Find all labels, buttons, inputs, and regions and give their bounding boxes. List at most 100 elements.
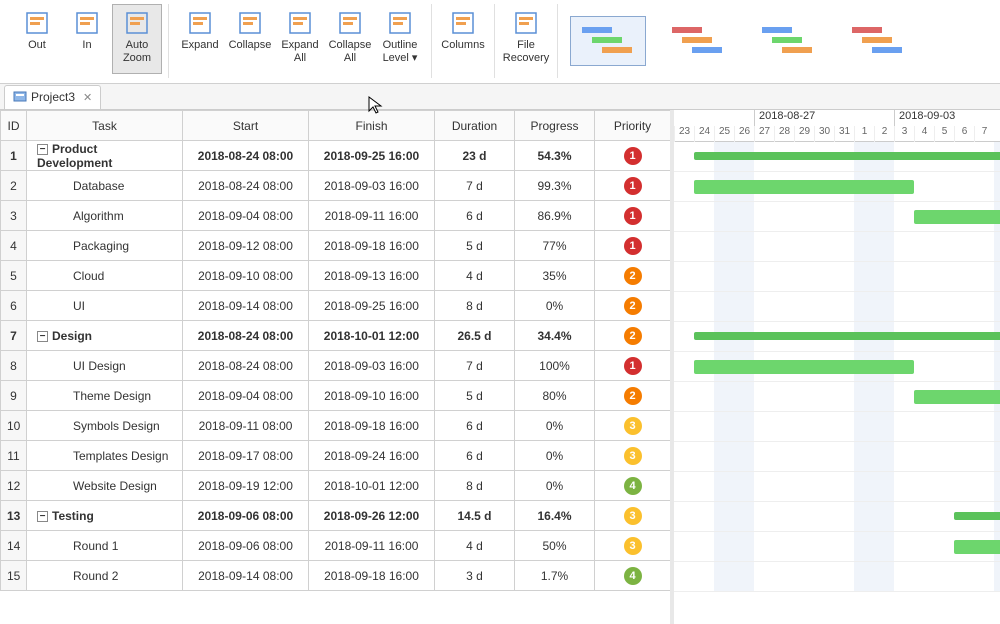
gantt-row[interactable]: [674, 292, 1000, 322]
gantt-bar[interactable]: [954, 540, 1000, 554]
cell-duration[interactable]: 8 d: [435, 291, 515, 321]
cell-duration[interactable]: 14.5 d: [435, 501, 515, 531]
cell-duration[interactable]: 6 d: [435, 201, 515, 231]
collapse-icon[interactable]: −: [37, 511, 48, 522]
cell-finish[interactable]: 2018-10-01 12:00: [309, 321, 435, 351]
outline-level-button[interactable]: OutlineLevel ▾: [375, 4, 425, 74]
cell-id[interactable]: 3: [1, 201, 27, 231]
cell-task[interactable]: Round 1: [27, 531, 183, 561]
cell-id[interactable]: 6: [1, 291, 27, 321]
cell-id[interactable]: 8: [1, 351, 27, 381]
cell-start[interactable]: 2018-09-06 08:00: [183, 531, 309, 561]
table-row[interactable]: 12Website Design2018-09-19 12:002018-10-…: [1, 471, 671, 501]
gantt-style-4[interactable]: [840, 16, 916, 66]
cell-progress[interactable]: 80%: [515, 381, 595, 411]
cell-task[interactable]: Round 2: [27, 561, 183, 591]
cell-start[interactable]: 2018-09-12 08:00: [183, 231, 309, 261]
cell-task[interactable]: Templates Design: [27, 441, 183, 471]
cell-start[interactable]: 2018-09-19 12:00: [183, 471, 309, 501]
cell-finish[interactable]: 2018-09-24 16:00: [309, 441, 435, 471]
gantt-style-2[interactable]: [660, 16, 736, 66]
gantt-row[interactable]: [674, 502, 1000, 532]
cell-duration[interactable]: 7 d: [435, 351, 515, 381]
cell-finish[interactable]: 2018-09-03 16:00: [309, 171, 435, 201]
cell-task[interactable]: UI: [27, 291, 183, 321]
cell-task[interactable]: Website Design: [27, 471, 183, 501]
cell-duration[interactable]: 23 d: [435, 141, 515, 171]
cell-task[interactable]: Cloud: [27, 261, 183, 291]
cell-progress[interactable]: 100%: [515, 351, 595, 381]
col-priority[interactable]: Priority: [595, 111, 671, 141]
cell-finish[interactable]: 2018-10-01 12:00: [309, 471, 435, 501]
table-row[interactable]: 4Packaging2018-09-12 08:002018-09-18 16:…: [1, 231, 671, 261]
collapse-icon[interactable]: −: [37, 144, 48, 155]
gantt-row[interactable]: [674, 352, 1000, 382]
cell-finish[interactable]: 2018-09-18 16:00: [309, 231, 435, 261]
cell-id[interactable]: 2: [1, 171, 27, 201]
cell-id[interactable]: 1: [1, 141, 27, 171]
table-row[interactable]: 7−Design2018-08-24 08:002018-10-01 12:00…: [1, 321, 671, 351]
gantt-row[interactable]: [674, 412, 1000, 442]
cell-progress[interactable]: 77%: [515, 231, 595, 261]
cell-start[interactable]: 2018-08-24 08:00: [183, 351, 309, 381]
gantt-style-3[interactable]: [750, 16, 826, 66]
task-grid[interactable]: ID Task Start Finish Duration Progress P…: [0, 110, 674, 624]
cell-finish[interactable]: 2018-09-26 12:00: [309, 501, 435, 531]
cell-priority[interactable]: 4: [595, 471, 671, 501]
cell-priority[interactable]: 4: [595, 561, 671, 591]
cell-priority[interactable]: 3: [595, 531, 671, 561]
expand-all-button[interactable]: ExpandAll: [275, 4, 325, 74]
cell-finish[interactable]: 2018-09-25 16:00: [309, 291, 435, 321]
cell-id[interactable]: 9: [1, 381, 27, 411]
gantt-row[interactable]: [674, 322, 1000, 352]
cell-priority[interactable]: 2: [595, 291, 671, 321]
cell-id[interactable]: 13: [1, 501, 27, 531]
zoom-out-button[interactable]: Out: [12, 4, 62, 74]
col-task[interactable]: Task: [27, 111, 183, 141]
cell-priority[interactable]: 1: [595, 231, 671, 261]
cell-priority[interactable]: 1: [595, 351, 671, 381]
cell-duration[interactable]: 5 d: [435, 381, 515, 411]
table-row[interactable]: 5Cloud2018-09-10 08:002018-09-13 16:004 …: [1, 261, 671, 291]
collapse-button[interactable]: Collapse: [225, 4, 275, 74]
gantt-bar[interactable]: [694, 360, 914, 374]
gantt-row[interactable]: [674, 442, 1000, 472]
table-row[interactable]: 11Templates Design2018-09-17 08:002018-0…: [1, 441, 671, 471]
cell-duration[interactable]: 6 d: [435, 441, 515, 471]
expand-button[interactable]: Expand: [175, 4, 225, 74]
cell-task[interactable]: Theme Design: [27, 381, 183, 411]
cell-priority[interactable]: 3: [595, 441, 671, 471]
col-finish[interactable]: Finish: [309, 111, 435, 141]
cell-task[interactable]: Packaging: [27, 231, 183, 261]
cell-task[interactable]: UI Design: [27, 351, 183, 381]
table-row[interactable]: 9Theme Design2018-09-04 08:002018-09-10 …: [1, 381, 671, 411]
cell-finish[interactable]: 2018-09-13 16:00: [309, 261, 435, 291]
cell-task[interactable]: Symbols Design: [27, 411, 183, 441]
cell-finish[interactable]: 2018-09-11 16:00: [309, 201, 435, 231]
cell-duration[interactable]: 4 d: [435, 531, 515, 561]
table-row[interactable]: 6UI2018-09-14 08:002018-09-25 16:008 d0%…: [1, 291, 671, 321]
gantt-row[interactable]: [674, 172, 1000, 202]
gantt-row[interactable]: [674, 232, 1000, 262]
cell-start[interactable]: 2018-08-24 08:00: [183, 321, 309, 351]
table-row[interactable]: 8UI Design2018-08-24 08:002018-09-03 16:…: [1, 351, 671, 381]
gantt-bar[interactable]: [694, 152, 1000, 160]
gantt-row[interactable]: [674, 382, 1000, 412]
auto-zoom-button[interactable]: AutoZoom: [112, 4, 162, 74]
cell-id[interactable]: 14: [1, 531, 27, 561]
cell-finish[interactable]: 2018-09-18 16:00: [309, 561, 435, 591]
cell-start[interactable]: 2018-08-24 08:00: [183, 141, 309, 171]
table-row[interactable]: 13−Testing2018-09-06 08:002018-09-26 12:…: [1, 501, 671, 531]
cell-start[interactable]: 2018-09-14 08:00: [183, 291, 309, 321]
cell-progress[interactable]: 0%: [515, 411, 595, 441]
cell-progress[interactable]: 0%: [515, 471, 595, 501]
cell-start[interactable]: 2018-08-24 08:00: [183, 171, 309, 201]
cell-duration[interactable]: 7 d: [435, 171, 515, 201]
cell-duration[interactable]: 8 d: [435, 471, 515, 501]
cell-priority[interactable]: 3: [595, 501, 671, 531]
document-tab[interactable]: Project3 ✕: [4, 85, 101, 109]
file-recovery-button[interactable]: FileRecovery: [501, 4, 551, 74]
gantt-bar[interactable]: [694, 180, 914, 194]
cell-priority[interactable]: 2: [595, 381, 671, 411]
cell-progress[interactable]: 34.4%: [515, 321, 595, 351]
